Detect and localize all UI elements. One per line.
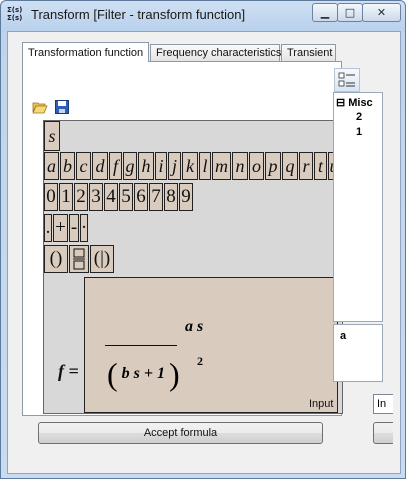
palette-op-0[interactable]: .: [44, 214, 52, 242]
app-icon-line-2: Σ(s): [7, 14, 23, 22]
tab-transient[interactable]: Transient: [281, 44, 336, 61]
palette-digit-5[interactable]: 5: [119, 183, 133, 211]
structures-palette: () (|): [44, 245, 115, 273]
client-area: Transformation function Frequency charac…: [7, 31, 401, 474]
save-button[interactable]: [53, 98, 71, 116]
folder-open-icon: [32, 102, 48, 114]
variable-palette: s: [44, 121, 61, 151]
categorized-view-button[interactable]: [334, 68, 360, 92]
fraction-key[interactable]: [69, 245, 89, 273]
description-text: a: [340, 330, 347, 342]
palette-key-t[interactable]: t: [314, 152, 327, 180]
window-title: Transform [Filter - transform function]: [31, 7, 246, 22]
formula-lhs: f =: [58, 361, 79, 381]
minimize-button[interactable]: ▁: [312, 3, 338, 22]
fraction-icon: [73, 248, 85, 270]
letters-palette: abcdfghijklmnopqrtu: [44, 152, 341, 180]
palette-key-g[interactable]: g: [123, 152, 137, 180]
open-button[interactable]: [31, 98, 49, 116]
digits-palette: 0123456789: [44, 183, 194, 211]
input-field[interactable]: In: [373, 394, 393, 414]
palette-op-3[interactable]: ·: [80, 214, 88, 242]
minimize-icon: ▁: [320, 6, 330, 19]
palette-key-s[interactable]: s: [44, 121, 60, 151]
palette-key-o[interactable]: o: [249, 152, 264, 180]
open-paren: (: [107, 356, 118, 392]
maximize-icon: □: [344, 6, 356, 19]
tab-panel: s abcdfghijklmnopqrtu 0123456789 .+-· ()…: [22, 61, 343, 416]
palette-digit-9[interactable]: 9: [179, 183, 193, 211]
palette-key-n[interactable]: n: [232, 152, 248, 180]
property-grid[interactable]: ⊟ Misc 2 1: [333, 92, 383, 322]
palette-key-q[interactable]: q: [282, 152, 298, 180]
property-description: a: [333, 324, 383, 382]
accept-formula-button[interactable]: Accept formula: [38, 422, 323, 444]
input-label: Input: [309, 398, 334, 410]
abs-parentheses-key[interactable]: (|): [90, 245, 114, 273]
app-icon: Σ(s) Σ(s): [7, 6, 23, 24]
palette-key-r[interactable]: r: [299, 152, 313, 180]
window: Σ(s) Σ(s) Transform [Filter - transform …: [0, 0, 406, 479]
palette-key-b[interactable]: b: [60, 152, 75, 180]
formula-denominator: ( b s + 1 ): [107, 356, 180, 393]
title-bar[interactable]: Σ(s) Σ(s) Transform [Filter - transform …: [1, 1, 405, 29]
palette-key-d[interactable]: d: [92, 152, 108, 180]
palette-key-f[interactable]: f: [109, 152, 122, 180]
tab-transformation-function[interactable]: Transformation function: [22, 42, 149, 62]
palette-key-a[interactable]: a: [44, 152, 59, 180]
categorized-icon: [338, 72, 355, 87]
palette-key-h[interactable]: h: [138, 152, 154, 180]
formula-numerator: a s: [185, 318, 204, 335]
palette-key-l[interactable]: l: [199, 152, 211, 180]
property-value[interactable]: 1: [356, 126, 362, 138]
property-value[interactable]: 2: [356, 111, 362, 123]
operators-palette: . + - ·: [44, 214, 89, 242]
palette-key-c[interactable]: c: [76, 152, 91, 180]
denominator-body: b s + 1: [121, 365, 165, 383]
palette-digit-8[interactable]: 8: [164, 183, 178, 211]
formula-display[interactable]: a s ( b s + 1 ) 2: [84, 277, 338, 413]
palette-key-j[interactable]: j: [168, 152, 181, 180]
parentheses-key[interactable]: (): [44, 245, 68, 273]
palette-key-m[interactable]: m: [212, 152, 231, 180]
secondary-button[interactable]: [373, 422, 393, 444]
property-category-misc[interactable]: ⊟ Misc: [336, 96, 373, 110]
formula-editor[interactable]: s abcdfghijklmnopqrtu 0123456789 .+-· ()…: [43, 120, 343, 414]
palette-op-1[interactable]: +: [53, 214, 68, 242]
palette-key-p[interactable]: p: [265, 152, 281, 180]
palette-digit-0[interactable]: 0: [44, 183, 58, 211]
palette-key-k[interactable]: k: [182, 152, 198, 180]
formula-exponent: 2: [197, 354, 203, 368]
close-button[interactable]: ✕: [362, 3, 401, 22]
palette-digit-3[interactable]: 3: [89, 183, 103, 211]
save-icon: [55, 100, 69, 114]
palette-digit-4[interactable]: 4: [104, 183, 118, 211]
tab-frequency-characteristics[interactable]: Frequency characteristics: [150, 44, 281, 61]
fraction-bar: [105, 345, 177, 346]
close-paren: ): [169, 356, 180, 392]
app-icon-line-1: Σ(s): [7, 6, 23, 14]
palette-digit-1[interactable]: 1: [59, 183, 73, 211]
palette-key-i[interactable]: i: [155, 152, 167, 180]
collapse-icon[interactable]: ⊟: [336, 96, 345, 109]
palette-digit-7[interactable]: 7: [149, 183, 163, 211]
maximize-button[interactable]: □: [337, 3, 363, 22]
palette-digit-2[interactable]: 2: [74, 183, 88, 211]
palette-op-2[interactable]: -: [69, 214, 79, 242]
close-icon: ✕: [376, 6, 387, 19]
category-label: Misc: [348, 96, 373, 109]
palette-digit-6[interactable]: 6: [134, 183, 148, 211]
